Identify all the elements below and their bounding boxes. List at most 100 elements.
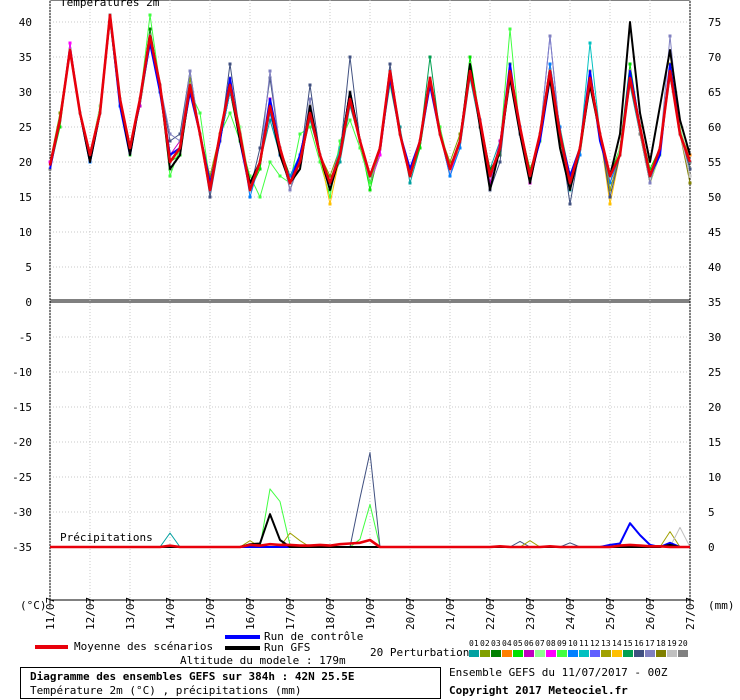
perturbation-swatch	[656, 650, 666, 657]
perturbation-number: 09	[557, 639, 567, 648]
series-point	[198, 111, 202, 115]
altitude-text: Altitude du modele : 179m	[180, 654, 346, 667]
legend-gfs-label: Run GFS	[264, 641, 311, 654]
perturbation-swatch	[678, 650, 688, 657]
y-left-tick-label: 15	[19, 191, 32, 204]
perturbation-swatch	[480, 650, 490, 657]
series-point	[168, 132, 172, 136]
chart-title: Températures 2m	[60, 0, 160, 9]
perturbation-swatch	[502, 650, 512, 657]
perturbation-swatch	[469, 650, 479, 657]
x-tick-label: 24/07	[564, 597, 577, 630]
series-point	[208, 195, 212, 199]
perturbation-number: 06	[524, 639, 534, 648]
x-tick-label: 12/07	[84, 597, 97, 630]
perturbation-number: 07	[535, 639, 545, 648]
y-right-tick-label: 55	[708, 156, 721, 169]
perturbation-swatch	[557, 650, 567, 657]
x-tick-label: 15/07	[204, 597, 217, 630]
y-right-tick-label: 40	[708, 261, 721, 274]
x-tick-label: 19/07	[364, 597, 377, 630]
y-left-tick-label: 20	[19, 156, 32, 169]
perturbation-swatch	[590, 650, 600, 657]
perturbation-number: 19	[667, 639, 677, 648]
x-tick-label: 17/07	[284, 597, 297, 630]
series-point	[468, 55, 472, 59]
series-point	[628, 62, 632, 66]
perturbation-number: 11	[579, 639, 589, 648]
series-point	[648, 181, 652, 185]
perturbation-number: 13	[601, 639, 611, 648]
perturbation-number: 10	[568, 639, 578, 648]
x-tick-label: 27/07	[684, 597, 697, 630]
y-left-unit: (°C)	[20, 599, 47, 612]
series-point	[148, 13, 152, 17]
perturbation-number: 16	[634, 639, 644, 648]
perturbation-swatch	[491, 650, 501, 657]
y-left-tick-label: 40	[19, 16, 32, 29]
diagram-info-box: Diagramme des ensembles GEFS sur 384h : …	[20, 667, 441, 699]
y-left-tick-label: -30	[12, 506, 32, 519]
series-point	[278, 174, 282, 178]
x-tick-label: 20/07	[404, 597, 417, 630]
series-point	[548, 34, 552, 38]
perturbation-number: 08	[546, 639, 556, 648]
perturbation-number: 15	[623, 639, 633, 648]
legend-control-swatch	[225, 635, 260, 639]
perturbation-number: 17	[645, 639, 655, 648]
series-point	[498, 160, 502, 164]
series-point	[328, 202, 332, 206]
x-tick-label: 25/07	[604, 597, 617, 630]
perturbation-swatch	[667, 650, 677, 657]
series-point	[228, 111, 232, 115]
series-point	[368, 181, 372, 185]
series-point	[168, 174, 172, 178]
series-point	[668, 34, 672, 38]
y-right-tick-label: 10	[708, 471, 721, 484]
series-point	[268, 160, 272, 164]
perturbation-number: 02	[480, 639, 490, 648]
y-right-tick-label: 25	[708, 366, 721, 379]
y-right-tick-label: 0	[708, 541, 715, 554]
perturbation-swatch	[645, 650, 655, 657]
x-tick-label: 26/07	[644, 597, 657, 630]
perturbation-number: 03	[491, 639, 501, 648]
y-left-tick-label: 35	[19, 51, 32, 64]
perturbation-swatch	[568, 650, 578, 657]
perturbation-swatch	[546, 650, 556, 657]
y-left-tick-label: 0	[25, 296, 32, 309]
y-left-tick-label: -35	[12, 541, 32, 554]
series-point	[388, 62, 392, 66]
y-left-tick-label: -10	[12, 366, 32, 379]
series-point	[428, 55, 432, 59]
legend-mean-swatch	[35, 645, 68, 649]
perturbation-number: 01	[469, 639, 479, 648]
perturbation-swatch	[634, 650, 644, 657]
x-tick-label: 16/07	[244, 597, 257, 630]
series-point	[348, 55, 352, 59]
series-point	[688, 174, 692, 178]
y-right-tick-label: 65	[708, 86, 721, 99]
series-point	[258, 195, 262, 199]
series-point	[308, 83, 312, 87]
diagram-title: Diagramme des ensembles GEFS sur 384h : …	[30, 670, 355, 683]
x-tick-label: 21/07	[444, 597, 457, 630]
series-point	[408, 181, 412, 185]
run-info: Ensemble GEFS du 11/07/2017 - 00Z	[449, 666, 668, 679]
y-right-tick-label: 30	[708, 331, 721, 344]
perturbation-swatch	[513, 650, 523, 657]
y-right-tick-label: 35	[708, 296, 721, 309]
series-point	[608, 195, 612, 199]
perturbation-number: 05	[513, 639, 523, 648]
series-point	[448, 174, 452, 178]
perturbation-number: 04	[502, 639, 512, 648]
series-point	[308, 125, 312, 129]
perturbation-swatch	[535, 650, 545, 657]
y-left-tick-label: 5	[25, 261, 32, 274]
series-point	[298, 132, 302, 136]
gefs-chart: 40 7535 7030 6525 6020 5515 5010 455 400 35-5 30-1…	[12, 0, 721, 630]
precipitation-label: Précipitations	[60, 531, 153, 544]
series-point	[248, 195, 252, 199]
perturbation-swatch	[623, 650, 633, 657]
series-point	[508, 27, 512, 31]
